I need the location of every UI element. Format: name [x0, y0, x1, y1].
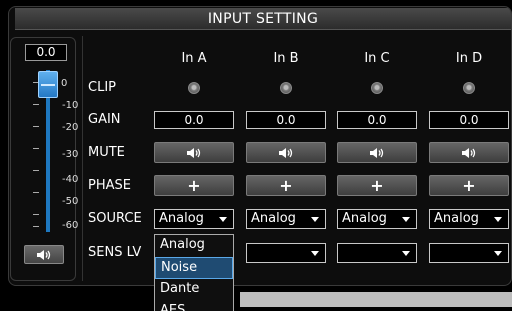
- speaker-icon: [37, 249, 51, 260]
- fader-scale-20: -20: [62, 122, 79, 133]
- chevron-down-icon: [494, 251, 502, 256]
- gain-field-d[interactable]: 0.0: [429, 111, 509, 129]
- speaker-icon: [187, 147, 201, 158]
- chevron-down-icon: [219, 217, 227, 222]
- channel-header-c: In C: [364, 51, 390, 66]
- dropdown-option-dante[interactable]: Dante: [155, 279, 233, 301]
- fader-scale-10: -10: [62, 100, 79, 111]
- fader-scale-30: -30: [62, 149, 79, 160]
- clip-indicator-b: [280, 82, 292, 94]
- gain-field-a[interactable]: 0.0: [154, 111, 234, 129]
- phase-button-d[interactable]: +: [429, 175, 509, 196]
- source-dropdown-list: Analog Noise Dante AES: [154, 234, 234, 311]
- chevron-down-icon: [402, 217, 410, 222]
- plus-icon: +: [462, 175, 476, 195]
- speaker-icon: [462, 147, 476, 158]
- fader-scale-50: -50: [62, 196, 79, 207]
- sens-lv-select-c[interactable]: [337, 243, 417, 263]
- panel-title: INPUT SETTING: [15, 8, 511, 30]
- section-divider: [82, 36, 83, 281]
- chevron-down-icon: [311, 217, 319, 222]
- row-label-phase: PHASE: [88, 178, 131, 193]
- mute-button-c[interactable]: [337, 142, 417, 163]
- dropdown-option-aes[interactable]: AES: [155, 301, 233, 311]
- mute-button-b[interactable]: [246, 142, 326, 163]
- source-select-c[interactable]: Analog: [337, 209, 417, 229]
- fader-tick: [33, 192, 39, 193]
- sens-lv-select-b[interactable]: [246, 243, 326, 263]
- source-select-b[interactable]: Analog: [246, 209, 326, 229]
- gain-field-b[interactable]: 0.0: [246, 111, 326, 129]
- source-select-a[interactable]: Analog: [154, 209, 234, 229]
- fader-knob[interactable]: [38, 71, 58, 98]
- plus-icon: +: [370, 175, 384, 195]
- fader-tick: [33, 170, 39, 171]
- channel-header-a: In A: [181, 51, 207, 66]
- fader-tick: [33, 126, 39, 127]
- fader-tick: [33, 104, 39, 105]
- row-label-source: SOURCE: [88, 211, 142, 226]
- fader-scale-0: 0: [61, 78, 68, 89]
- fader-tick: [33, 148, 39, 149]
- row-label-sens-lv: SENS LV: [88, 245, 142, 260]
- channel-header-b: In B: [273, 51, 299, 66]
- fader-value-display[interactable]: 0.0: [25, 44, 67, 61]
- chevron-down-icon: [494, 217, 502, 222]
- dropdown-option-noise[interactable]: Noise: [155, 257, 233, 279]
- gain-field-c[interactable]: 0.0: [337, 111, 417, 129]
- chevron-down-icon: [402, 251, 410, 256]
- fader-scale-40: -40: [62, 174, 79, 185]
- fader-mute-button[interactable]: [24, 245, 64, 264]
- dropdown-option-analog[interactable]: Analog: [155, 235, 233, 257]
- speaker-icon: [370, 147, 384, 158]
- plus-icon: +: [187, 175, 201, 195]
- horizontal-scrollbar[interactable]: [240, 292, 512, 307]
- plus-icon: +: [279, 175, 293, 195]
- source-select-value: Analog: [251, 211, 296, 226]
- clip-indicator-a: [188, 82, 200, 94]
- row-label-gain: GAIN: [88, 112, 121, 127]
- fader-scale-60: -60: [62, 220, 79, 231]
- mute-button-d[interactable]: [429, 142, 509, 163]
- fader-tick: [33, 226, 39, 227]
- phase-button-a[interactable]: +: [154, 175, 234, 196]
- clip-indicator-d: [463, 82, 475, 94]
- speaker-icon: [279, 147, 293, 158]
- sens-lv-select-d[interactable]: [429, 243, 509, 263]
- row-label-mute: MUTE: [88, 145, 125, 160]
- row-label-clip: CLIP: [88, 80, 116, 95]
- phase-button-c[interactable]: +: [337, 175, 417, 196]
- source-select-value: Analog: [434, 211, 479, 226]
- phase-button-b[interactable]: +: [246, 175, 326, 196]
- source-select-value: Analog: [342, 211, 387, 226]
- chevron-down-icon: [311, 251, 319, 256]
- source-select-d[interactable]: Analog: [429, 209, 509, 229]
- source-select-value: Analog: [159, 211, 204, 226]
- fader-tick: [33, 214, 39, 215]
- channel-header-d: In D: [455, 51, 483, 66]
- mute-button-a[interactable]: [154, 142, 234, 163]
- clip-indicator-c: [371, 82, 383, 94]
